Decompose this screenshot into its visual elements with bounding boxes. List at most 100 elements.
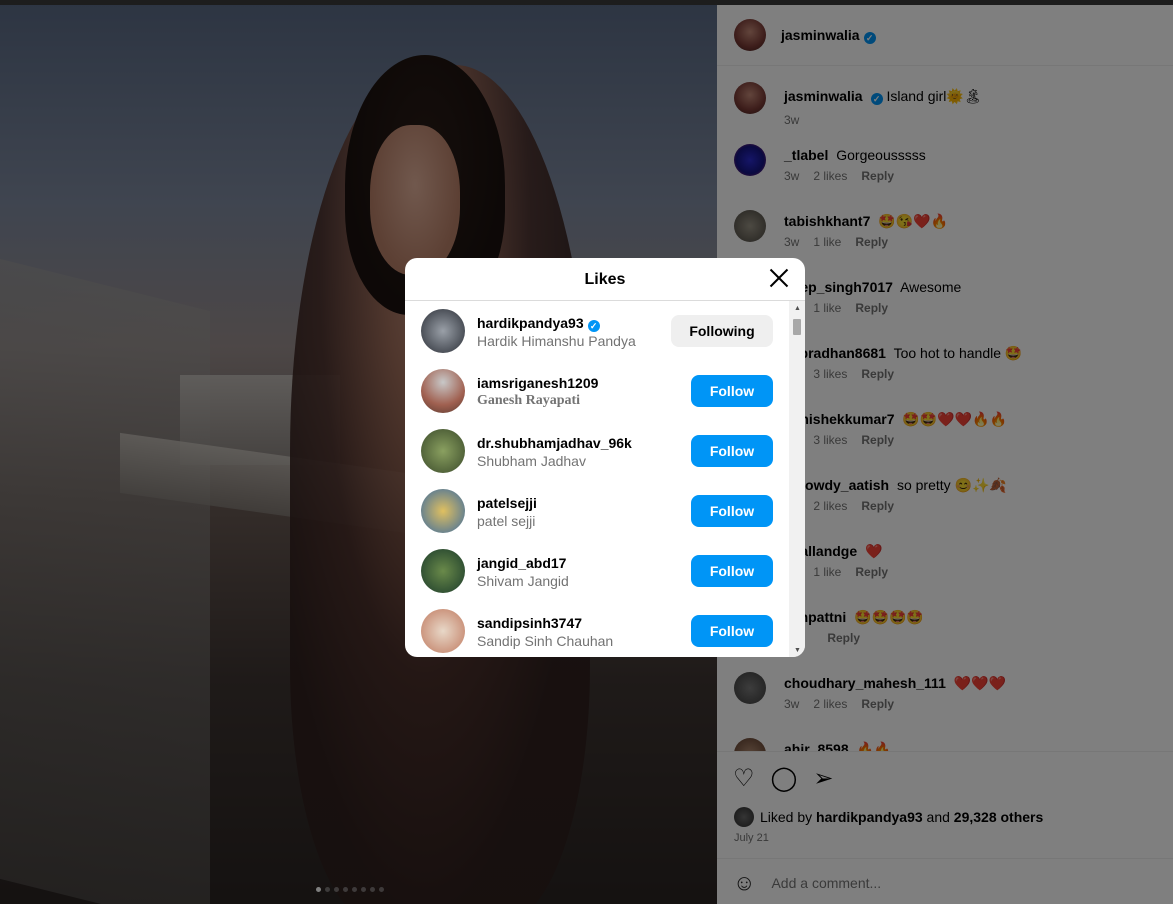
comment-likes[interactable]: 3 likes <box>813 433 847 447</box>
liker-full-name: patel sejji <box>477 513 536 529</box>
liker-username[interactable]: sandipsinh3747 <box>477 615 582 631</box>
follow-button[interactable]: Follow <box>691 375 773 407</box>
comment-likes[interactable]: 1 like <box>813 565 841 579</box>
reply-button[interactable]: Reply <box>855 301 888 315</box>
modal-title: Likes <box>584 271 626 288</box>
comment-likes[interactable]: 3 likes <box>813 367 847 381</box>
carousel-dot <box>316 887 321 892</box>
verified-badge-icon: ✓ <box>587 320 600 332</box>
scroll-down-icon[interactable]: ▼ <box>794 647 801 654</box>
commenter-avatar[interactable] <box>734 210 766 242</box>
following-button[interactable]: Following <box>671 315 773 347</box>
comment-username[interactable]: tabishkhant7 <box>784 213 870 229</box>
comment-time: 3w <box>784 235 800 249</box>
caption-username[interactable]: jasminwalia <box>784 88 863 104</box>
comment-text: ❤️ <box>865 543 883 559</box>
comment-likes[interactable]: 1 like <box>813 301 841 315</box>
scrollbar[interactable]: ▲ ▼ <box>789 301 805 657</box>
liker-avatar <box>734 807 754 827</box>
follow-button[interactable]: Follow <box>691 615 773 647</box>
like-row: sandipsinh3747 Sandip Sinh Chauhan Follow <box>421 601 773 657</box>
reply-button[interactable]: Reply <box>861 697 894 711</box>
carousel-dot <box>325 887 330 892</box>
verified-badge-icon: ✓ <box>870 93 883 105</box>
liker-avatar[interactable] <box>421 309 465 353</box>
liker-full-name: Shivam Jangid <box>477 573 569 589</box>
comment-likes[interactable]: 2 likes <box>813 697 847 711</box>
add-comment-bar: ☺ <box>717 858 1173 906</box>
comment-text: so pretty 😊✨🍂 <box>896 477 1007 493</box>
carousel-dot <box>343 887 348 892</box>
comment-text: Gorgeousssss <box>836 147 926 163</box>
likes-list[interactable]: hardikpandya93 ✓ Hardik Himanshu Pandya Fol… <box>405 301 789 657</box>
likes-modal: Likes hardikpandya93 ✓ Hardik Himanshu Pan… <box>405 258 805 657</box>
follow-button[interactable]: Follow <box>691 495 773 527</box>
comment-text: Awesome <box>900 279 962 295</box>
carousel-dot <box>370 887 375 892</box>
liker-full-name: Shubham Jadhav <box>477 453 586 469</box>
comment-time: 3w <box>784 169 800 183</box>
liker-username[interactable]: patelsejji <box>477 495 537 511</box>
like-row: hardikpandya93 ✓ Hardik Himanshu Pandya Fol… <box>421 301 773 361</box>
scrollbar-thumb[interactable] <box>793 319 801 335</box>
author-avatar[interactable] <box>734 82 766 114</box>
post-actions: ♡ ◯ ➢ Liked by hardikpandya93 and 29,328… <box>717 751 1173 905</box>
liker-full-name: Hardik Himanshu Pandya <box>477 333 636 349</box>
comment-icon[interactable]: ◯ <box>771 766 798 792</box>
liked-by: Liked by hardikpandya93 and 29,328 other… <box>734 807 1043 827</box>
share-icon[interactable]: ➢ <box>813 766 833 792</box>
liker-avatar[interactable] <box>421 429 465 473</box>
follow-button[interactable]: Follow <box>691 555 773 587</box>
post-date: July 21 <box>734 832 769 844</box>
commenter-avatar[interactable] <box>734 672 766 704</box>
like-row: jangid_abd17 Shivam Jangid Follow <box>421 541 773 601</box>
comment-username[interactable]: choudhary_mahesh_111 <box>784 675 946 691</box>
follow-button[interactable]: Follow <box>691 435 773 467</box>
caption-text: Island girl🌞🏝 <box>886 88 982 104</box>
commenter-avatar[interactable] <box>734 738 766 751</box>
comment-likes[interactable]: 2 likes <box>813 499 847 513</box>
comment-text: 🤩🤩🤩🤩 <box>854 609 924 625</box>
reply-button[interactable]: Reply <box>855 235 888 249</box>
liker-avatar[interactable] <box>421 369 465 413</box>
reply-button[interactable]: Reply <box>861 367 894 381</box>
comment-text: Too hot to handle 🤩 <box>893 345 1023 361</box>
emoji-icon[interactable]: ☺ <box>733 870 755 896</box>
post-header: jasminwalia ✓ <box>717 5 1173 66</box>
comment-likes[interactable]: 2 likes <box>813 169 847 183</box>
liked-by-others[interactable]: 29,328 others <box>954 809 1044 825</box>
carousel-dot <box>361 887 366 892</box>
heart-icon[interactable]: ♡ <box>733 766 755 792</box>
modal-header: Likes <box>405 258 805 301</box>
comment-text: 🤩😘❤️🔥 <box>878 213 948 229</box>
close-icon[interactable] <box>767 266 791 290</box>
liked-by-user[interactable]: hardikpandya93 <box>816 809 923 825</box>
comment-text: 🔥🔥 <box>856 741 892 751</box>
comment-username[interactable]: ahir_8598 <box>784 741 849 751</box>
like-row: patelsejji patel sejji Follow <box>421 481 773 541</box>
comment-likes[interactable]: 1 like <box>813 235 841 249</box>
liker-username[interactable]: hardikpandya93 <box>477 315 584 331</box>
reply-button[interactable]: Reply <box>855 565 888 579</box>
carousel-dot <box>379 887 384 892</box>
add-comment-input[interactable] <box>769 873 1114 892</box>
liker-username[interactable]: dr.shubhamjadhav_96k <box>477 435 632 451</box>
scroll-up-icon[interactable]: ▲ <box>794 305 801 312</box>
carousel-dot <box>334 887 339 892</box>
liker-avatar[interactable] <box>421 609 465 653</box>
liker-avatar[interactable] <box>421 489 465 533</box>
author-username[interactable]: jasminwalia ✓ <box>781 27 876 44</box>
reply-button[interactable]: Reply <box>861 499 894 513</box>
liker-username[interactable]: iamsriganesh1209 <box>477 375 598 391</box>
commenter-avatar[interactable] <box>734 144 766 176</box>
caption-time: 3w <box>784 113 800 127</box>
author-avatar[interactable] <box>734 19 766 51</box>
reply-button[interactable]: Reply <box>861 433 894 447</box>
liker-avatar[interactable] <box>421 549 465 593</box>
reply-button[interactable]: Reply <box>827 631 860 645</box>
reply-button[interactable]: Reply <box>861 169 894 183</box>
liker-full-name: Sandip Sinh Chauhan <box>477 633 614 649</box>
comment-username[interactable]: _tlabel <box>784 147 828 163</box>
liker-username[interactable]: jangid_abd17 <box>477 555 566 571</box>
verified-badge-icon: ✓ <box>863 31 876 44</box>
